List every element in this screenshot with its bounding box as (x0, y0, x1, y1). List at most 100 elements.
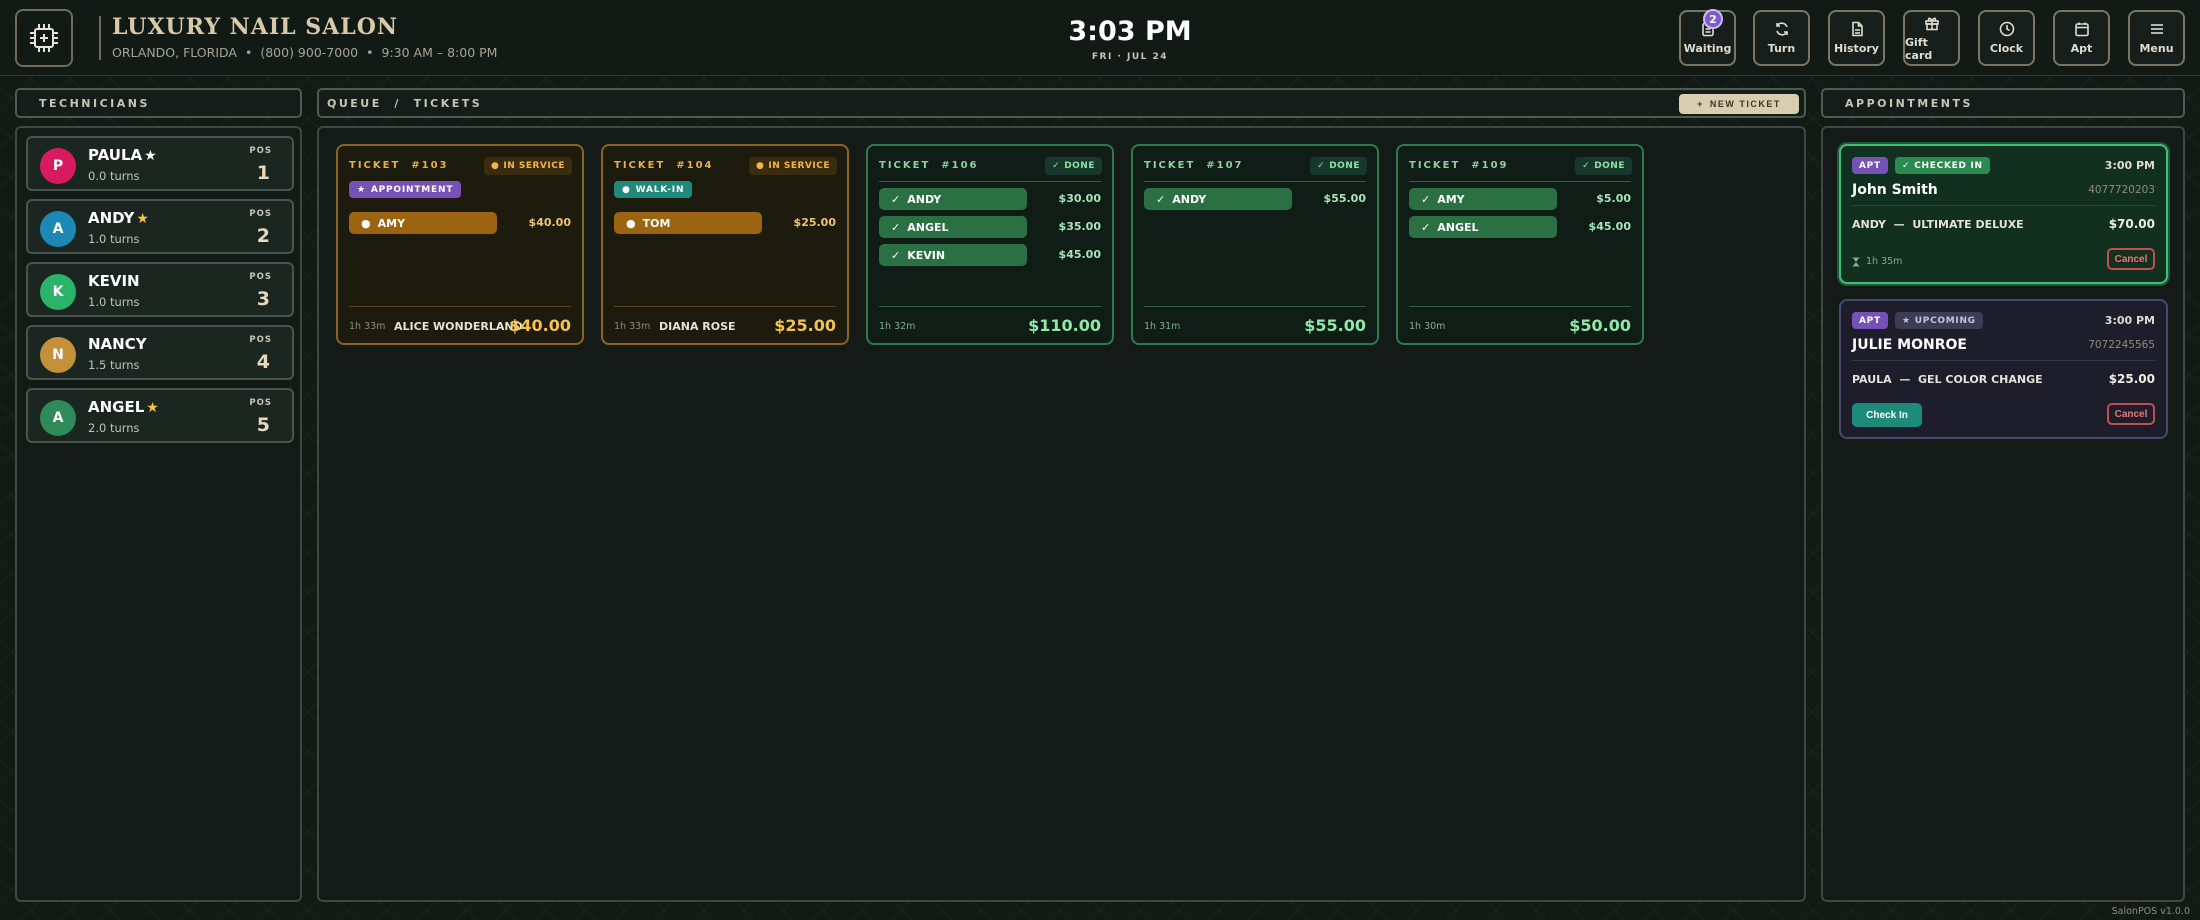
ticket-total: $50.00 (1569, 316, 1631, 335)
appointments-title: APPOINTMENTS (1845, 96, 1973, 110)
ticket-card[interactable]: TICKET #106 ✓ DONE ✓ ANDY $30.00 ✓ ANGEL $35.00 ✓… (866, 144, 1114, 345)
history-button[interactable]: History (1828, 10, 1885, 66)
waiting-label: Waiting (1683, 42, 1732, 55)
service-line[interactable]: ✓ ANGEL $35.00 (879, 216, 1101, 238)
ticket-duration: 1h 33m (349, 321, 386, 332)
queue-position: 2 (256, 225, 270, 247)
service-technician: TOM (642, 216, 671, 230)
appointments-header: APPOINTMENTS (1821, 88, 2185, 118)
service-line[interactable]: ✓ ANDY $55.00 (1144, 188, 1366, 210)
ticket-card[interactable]: TICKET #103 ● IN SERVICE ★ APPOINTMENT ● AMY $4… (336, 144, 584, 345)
ticket-card[interactable]: TICKET #109 ✓ DONE ✓ AMY $5.00 ✓ ANGEL $45.00 1h … (1396, 144, 1644, 345)
ticket-type-badge: ● WALK-IN (614, 181, 693, 198)
service-mark-icon: ✓ (1421, 192, 1431, 206)
customer-phone: 4077720203 (2088, 184, 2155, 196)
apt-label: Apt (2070, 42, 2093, 55)
service-price: $45.00 (1588, 220, 1631, 233)
ticket-duration: 1h 30m (1409, 321, 1446, 332)
menu-label: Menu (2139, 42, 2174, 55)
status-icon: ● (490, 161, 500, 171)
apt-tag: APT (1852, 312, 1888, 329)
technician-name-text: KEVIN (88, 272, 140, 290)
technician-row[interactable]: A ANDY ★ 1.0 turns POS 2 (26, 199, 294, 254)
appointment-price: $25.00 (2108, 372, 2155, 386)
status-label: CHECKED IN (1914, 160, 1983, 171)
customer-name: John Smith (1852, 182, 1938, 198)
clock-button[interactable]: Clock (1978, 10, 2035, 66)
appointment-service: PAULA — GEL COLOR CHANGE (1852, 373, 2043, 386)
gift-card-button[interactable]: Gift card (1903, 10, 1960, 66)
technician-row[interactable]: P PAULA ★ 0.0 turns POS 1 (26, 136, 294, 191)
service-technician: ANDY (907, 192, 942, 206)
status-icon: ● (755, 161, 765, 171)
type-label: APPOINTMENT (370, 184, 454, 195)
avatar: K (40, 274, 76, 310)
service-mark-icon: ✓ (891, 248, 901, 262)
ticket-status-badge: ● IN SERVICE (748, 157, 837, 175)
check-icon: ✓ (1902, 160, 1911, 171)
ticket-card[interactable]: TICKET #107 ✓ DONE ✓ ANDY $55.00 1h 31m $55.00 (1131, 144, 1379, 345)
position-label: POS (249, 335, 272, 345)
star-icon: ★ (136, 211, 149, 227)
ticket-total: $25.00 (774, 316, 836, 335)
appointment-card[interactable]: APT ★ UPCOMING 3:00 PM JULIE MONROE 7072… (1839, 299, 2168, 439)
service-technician: AMY (377, 216, 406, 230)
technician-name-text: ANGEL (88, 398, 145, 416)
cancel-button[interactable]: Cancel (2107, 248, 2155, 270)
service-line[interactable]: ● TOM $25.00 (614, 212, 836, 234)
ticket-type-badge: ★ APPOINTMENT (349, 181, 462, 198)
service-line[interactable]: ✓ KEVIN $45.00 (879, 244, 1101, 266)
technician-name-text: NANCY (88, 335, 147, 353)
technician-pill: ✓ ANDY (879, 188, 1027, 210)
gift-icon (1924, 17, 1939, 30)
hamburger-menu-icon (2150, 24, 2163, 34)
service-line[interactable]: ✓ ANGEL $45.00 (1409, 216, 1631, 238)
salon-logo (15, 9, 73, 67)
star-icon: ★ (1902, 315, 1911, 326)
technician-turns: 0.0 turns (88, 169, 140, 183)
salon-location: ORLANDO, FLORIDA (112, 45, 237, 60)
divider (1852, 360, 2155, 361)
service-line[interactable]: ● AMY $40.00 (349, 212, 571, 234)
technician-row[interactable]: K KEVIN 1.0 turns POS 3 (26, 262, 294, 317)
turn-button[interactable]: Turn (1753, 10, 1810, 66)
ticket-number: TICKET #109 (1409, 160, 1509, 171)
service-technician: KEVIN (907, 248, 946, 262)
salon-phone: (800) 900-7000 (260, 45, 359, 60)
info-separator: • (244, 45, 253, 60)
technician-row[interactable]: N NANCY 1.5 turns POS 4 (26, 325, 294, 380)
top-header: LUXURY NAIL SALON ORLANDO, FLORIDA • (80… (0, 0, 2200, 76)
new-ticket-label: NEW TICKET (1709, 99, 1781, 109)
appointment-button[interactable]: Apt (2053, 10, 2110, 66)
chip-logo-icon (30, 24, 58, 52)
waiting-button[interactable]: 2 Waiting (1679, 9, 1736, 66)
service-price: $45.00 (1058, 248, 1101, 261)
divider (1144, 181, 1366, 182)
divider (1144, 306, 1366, 307)
service-mark-icon: ✓ (891, 220, 901, 234)
service-line[interactable]: ✓ AMY $5.00 (1409, 188, 1631, 210)
type-icon: ★ (357, 184, 366, 195)
technicians-header: TECHNICIANS (15, 88, 302, 118)
technician-name: NANCY (88, 335, 149, 353)
service-mark-icon: ✓ (1421, 220, 1431, 234)
queue-position: 1 (256, 162, 270, 184)
technician-pill: ● TOM (614, 212, 762, 234)
current-date: FRI · JUL 24 (1091, 52, 1169, 62)
appointment-time: 3:00 PM (2104, 314, 2155, 327)
technician-row[interactable]: A ANGEL ★ 2.0 turns POS 5 (26, 388, 294, 443)
menu-button[interactable]: Menu (2128, 10, 2185, 66)
cancel-button[interactable]: Cancel (2107, 403, 2155, 425)
check-in-button[interactable]: Check In (1852, 403, 1922, 427)
service-mark-icon: ● (626, 216, 636, 230)
appointment-card[interactable]: APT ✓ CHECKED IN 3:00 PM John Smith 4077… (1839, 144, 2168, 284)
service-line[interactable]: ✓ ANDY $30.00 (879, 188, 1101, 210)
ticket-number: TICKET #106 (879, 160, 979, 171)
ticket-total: $40.00 (509, 316, 571, 335)
ticket-card[interactable]: TICKET #104 ● IN SERVICE ● WALK-IN ● TOM $25.00… (601, 144, 849, 345)
star-icon: ★ (144, 148, 157, 164)
technician-name: ANGEL ★ (88, 398, 159, 416)
new-ticket-button[interactable]: + NEW TICKET (1679, 94, 1799, 114)
salon-info: ORLANDO, FLORIDA • (800) 900-7000 • 9:30… (112, 45, 497, 60)
divider (879, 306, 1101, 307)
